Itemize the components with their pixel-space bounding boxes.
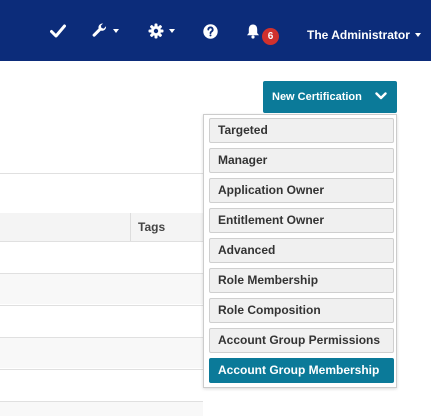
gear-icon <box>148 23 164 39</box>
question-circle-icon <box>203 23 218 39</box>
menu-item-manager[interactable]: Manager <box>209 148 394 173</box>
row-divider <box>0 241 203 242</box>
menu-item-role-composition[interactable]: Role Composition <box>209 298 394 323</box>
notification-count-badge: 6 <box>262 28 279 45</box>
chevron-down-icon <box>375 92 387 100</box>
tags-column-header[interactable]: Tags <box>138 220 165 234</box>
divider <box>0 173 203 174</box>
tools-menu[interactable] <box>92 22 119 40</box>
user-menu[interactable]: The Administrator <box>307 28 421 42</box>
user-name: The Administrator <box>307 28 410 42</box>
row-divider <box>0 305 203 306</box>
menu-item-account-group-membership[interactable]: Account Group Membership <box>209 358 394 383</box>
menu-item-advanced[interactable]: Advanced <box>209 238 394 263</box>
menu-item-account-group-permissions[interactable]: Account Group Permissions <box>209 328 394 353</box>
menu-item-role-membership[interactable]: Role Membership <box>209 268 394 293</box>
chevron-down-icon <box>113 29 119 33</box>
menu-item-entitlement-owner[interactable]: Entitlement Owner <box>209 208 394 233</box>
chevron-down-icon <box>414 33 421 37</box>
menu-item-application-owner[interactable]: Application Owner <box>209 178 394 203</box>
help-button[interactable] <box>203 22 218 40</box>
bell-icon <box>247 24 259 39</box>
approvals-button[interactable] <box>50 22 66 40</box>
check-icon <box>50 24 66 38</box>
settings-menu[interactable] <box>148 22 175 40</box>
table-row[interactable] <box>0 402 203 416</box>
menu-item-targeted[interactable]: Targeted <box>209 118 394 143</box>
new-certification-button[interactable]: New Certification <box>263 81 397 113</box>
new-certification-dropdown: Targeted Manager Application Owner Entit… <box>203 114 397 388</box>
top-navbar: 6 The Administrator <box>0 0 431 61</box>
wrench-icon <box>92 23 107 37</box>
notifications-button[interactable] <box>245 22 261 40</box>
table-header <box>0 213 203 241</box>
table-row[interactable] <box>0 338 203 368</box>
column-divider <box>130 213 131 241</box>
row-divider <box>0 369 203 370</box>
table-row[interactable] <box>0 274 203 304</box>
chevron-down-icon <box>169 29 175 33</box>
new-certification-label: New Certification <box>272 91 362 103</box>
